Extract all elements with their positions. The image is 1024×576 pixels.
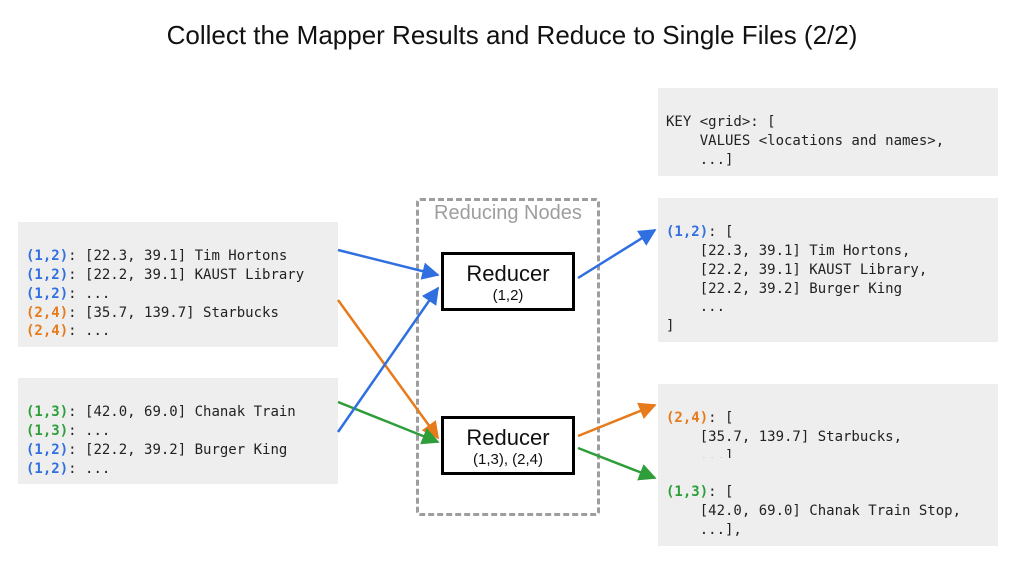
m2-l1: : [42.0, 69.0] Chanak Train <box>68 404 296 420</box>
output-12: (1,2): [ [22.3, 39.1] Tim Hortons, [22.2… <box>658 198 998 342</box>
o24-l2: [35.7, 139.7] Starbucks, <box>666 429 902 445</box>
m2-l3: : [22.2, 39.2] Burger King <box>68 442 287 458</box>
schema-l2: VALUES <locations and names>, <box>666 133 944 149</box>
mapper-input-1: (1,2): [22.3, 39.1] Tim Hortons (1,2): [… <box>18 222 338 347</box>
page-title: Collect the Mapper Results and Reduce to… <box>0 20 1024 51</box>
reducer-2-sub: (1,3), (2,4) <box>450 451 566 468</box>
reducer-1-title: Reducer <box>450 261 566 287</box>
key-24: (2,4) <box>26 323 68 339</box>
reducer-2: Reducer (1,3), (2,4) <box>441 416 575 475</box>
key-13: (1,3) <box>26 404 68 420</box>
key-13: (1,3) <box>666 484 708 500</box>
mapper-input-2: (1,3): [42.0, 69.0] Chanak Train (1,3): … <box>18 378 338 484</box>
reducer-2-title: Reducer <box>450 425 566 451</box>
reducer-1-sub: (1,2) <box>450 287 566 304</box>
o24-l1: : [ <box>708 410 733 426</box>
o12-l6: ] <box>666 318 674 334</box>
m2-l4: : ... <box>68 461 110 477</box>
m1-l5: : ... <box>68 323 110 339</box>
diagram-stage: Collect the Mapper Results and Reduce to… <box>0 0 1024 576</box>
o13-l3: ...], <box>666 522 742 538</box>
o12-l5: ... <box>666 299 725 315</box>
key-12: (1,2) <box>26 286 68 302</box>
m1-l2: : [22.2, 39.1] KAUST Library <box>68 267 304 283</box>
key-12: (1,2) <box>666 224 708 240</box>
key-12: (1,2) <box>26 267 68 283</box>
key-12: (1,2) <box>26 442 68 458</box>
reducing-nodes-label: Reducing Nodes <box>434 202 582 225</box>
schema-box: KEY <grid>: [ VALUES <locations and name… <box>658 88 998 176</box>
m2-l2: : ... <box>68 423 110 439</box>
m1-l4: : [35.7, 139.7] Starbucks <box>68 305 279 321</box>
key-12: (1,2) <box>26 461 68 477</box>
o12-l2: [22.3, 39.1] Tim Hortons, <box>666 243 910 259</box>
schema-l1: KEY <grid>: [ <box>666 114 776 130</box>
output-13: (1,3): [ [42.0, 69.0] Chanak Train Stop,… <box>658 458 998 546</box>
o12-l4: [22.2, 39.2] Burger King <box>666 281 902 297</box>
schema-l3: ...] <box>666 152 733 168</box>
o12-l1: : [ <box>708 224 733 240</box>
o13-l1: : [ <box>708 484 733 500</box>
o13-l2: [42.0, 69.0] Chanak Train Stop, <box>666 503 961 519</box>
m1-l3: : ... <box>68 286 110 302</box>
key-13: (1,3) <box>26 423 68 439</box>
key-12: (1,2) <box>26 248 68 264</box>
key-24: (2,4) <box>26 305 68 321</box>
reducer-1: Reducer (1,2) <box>441 252 575 311</box>
m1-l1: : [22.3, 39.1] Tim Hortons <box>68 248 287 264</box>
o12-l3: [22.2, 39.1] KAUST Library, <box>666 262 927 278</box>
key-24: (2,4) <box>666 410 708 426</box>
